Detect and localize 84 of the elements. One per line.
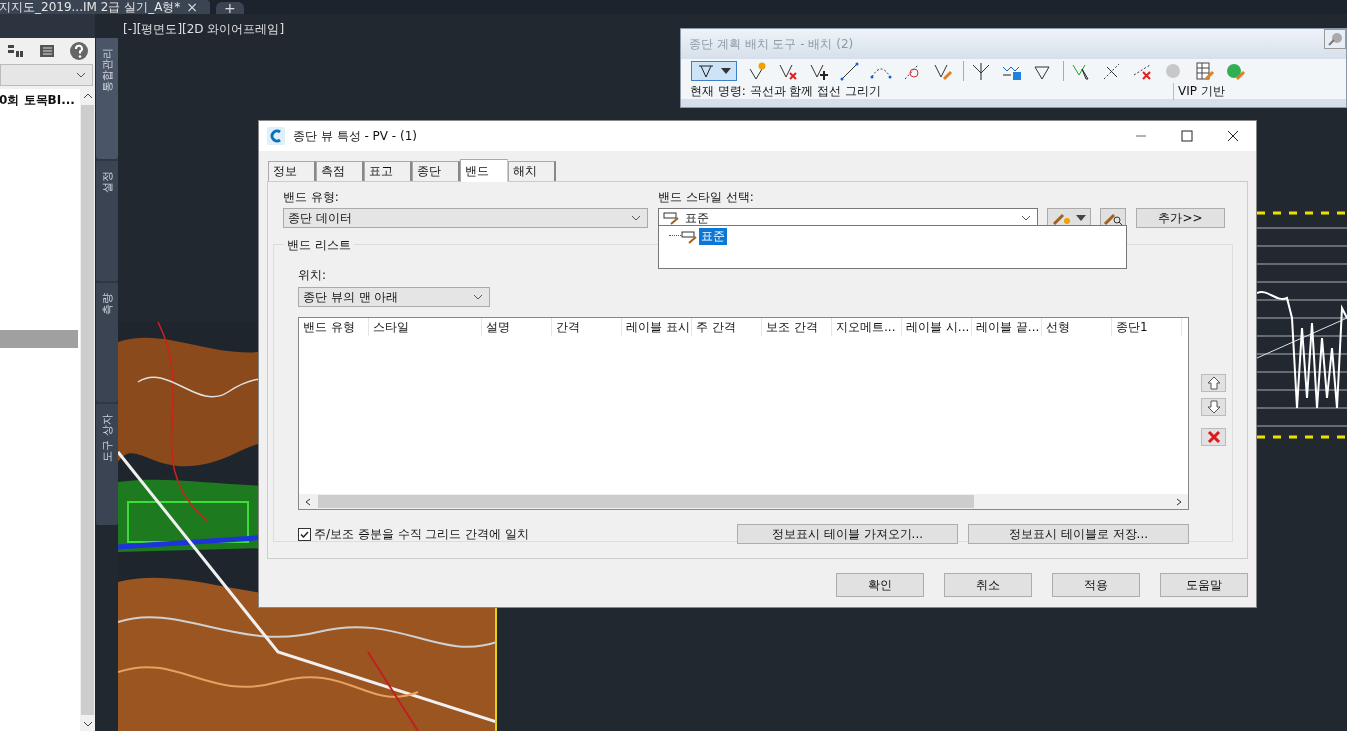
location-label: 위치: [298, 267, 328, 284]
location-dropdown[interactable]: 종단 뷰의 맨 아래 [298, 287, 490, 307]
scroll-thumb[interactable] [81, 105, 94, 715]
scroll-up-icon[interactable] [82, 93, 93, 99]
group-legend: 밴드 리스트 [284, 237, 354, 254]
band-type-label: 밴드 유형: [283, 189, 340, 206]
column-header[interactable]: 설명 [482, 318, 552, 336]
arrow-down-icon [1206, 400, 1221, 414]
new-tab-button[interactable]: + [216, 2, 244, 14]
band-type-dropdown[interactable]: 종단 데이터 [283, 208, 648, 228]
dialog-button[interactable]: 취소 [944, 573, 1032, 597]
column-header[interactable]: 지오메트... [832, 318, 902, 336]
scroll-down-icon[interactable] [82, 721, 93, 727]
tab[interactable]: 해치 [508, 161, 556, 181]
side-tab[interactable]: 설정 [96, 161, 118, 281]
discpen-icon[interactable] [1225, 61, 1247, 81]
edit-style-button[interactable] [1100, 208, 1126, 228]
delete-icon [1206, 430, 1221, 444]
match-grid-checkbox[interactable]: 주/보조 증분을 수직 그리드 간격에 일치 [298, 525, 737, 543]
tab-close-button[interactable]: × [180, 0, 205, 14]
add-button[interactable]: 추가>> [1136, 208, 1225, 228]
tab[interactable]: 측점 [316, 161, 364, 181]
document-title: 지지도_2019...IM 2급 실기_A형* [0, 0, 181, 14]
delete-button[interactable] [1201, 428, 1226, 446]
chevron-down-icon [631, 215, 641, 221]
chevron-down-icon [1021, 215, 1031, 221]
tree-item[interactable]: 0회 토목BI... [0, 89, 80, 109]
tab[interactable]: 정보 [268, 161, 316, 181]
triangle-icon [697, 63, 715, 79]
column-header[interactable]: 레이블 시... [902, 318, 972, 336]
horizontal-scrollbar[interactable] [299, 494, 1188, 509]
style-icon [663, 211, 681, 225]
scrollbar[interactable] [80, 89, 95, 731]
chevron-down-icon [473, 294, 483, 300]
tab[interactable]: 표고 [364, 161, 412, 181]
table-icon[interactable] [39, 43, 55, 59]
save-table-button[interactable]: 정보표시 테이블로 저장... [968, 524, 1189, 544]
caret-icon [1076, 215, 1086, 221]
band-style-dropdown[interactable]: 표준 [658, 208, 1038, 228]
side-tab[interactable]: 측량 [96, 282, 118, 402]
side-tab[interactable]: 통합관리 [96, 38, 118, 160]
viewport-label[interactable]: [-][평면도][2D 와이어프레임] [123, 21, 285, 38]
tool-dropdown[interactable] [691, 61, 737, 81]
column-header[interactable]: 종단1 [1112, 318, 1182, 336]
pin-icon[interactable] [1324, 29, 1346, 49]
line-icon[interactable] [839, 61, 861, 81]
column-header[interactable]: 레이블 표시 [622, 318, 692, 336]
tab[interactable]: 밴드 [460, 159, 508, 182]
scroll-right-icon[interactable] [1175, 497, 1183, 506]
column-header[interactable]: 밴드 유형 [299, 318, 369, 336]
column-header[interactable]: 스타일 [369, 318, 482, 336]
style-option[interactable]: 표준 [699, 228, 727, 245]
tab[interactable]: 종단 [412, 161, 460, 181]
move-down-button[interactable] [1201, 398, 1226, 416]
current-command: 현재 명령: 곡선과 함께 접선 그리기 [690, 82, 883, 100]
cursor-icon[interactable] [1063, 61, 1092, 81]
move-up-button[interactable] [1201, 374, 1226, 392]
column-header[interactable]: 레이블 끝... [972, 318, 1042, 336]
window-title: 종단 계획 배치 도구 - 배치 (2) [689, 35, 854, 53]
column-header[interactable]: 선형 [1042, 318, 1112, 336]
dialog-button[interactable]: 적용 [1052, 573, 1140, 597]
arrow-up-icon [1206, 376, 1221, 390]
caret-icon [721, 68, 731, 74]
side-tab[interactable]: 도구 상자 [96, 403, 118, 525]
layout-icon[interactable] [7, 43, 25, 59]
dialog-button[interactable]: 도움말 [1160, 573, 1248, 597]
dialog-button[interactable]: 확인 [836, 573, 924, 597]
mode-label: VIP 기반 [1173, 82, 1225, 100]
dialog-title: 종단 뷰 특성 - PV - (1) [293, 127, 418, 145]
column-header[interactable]: 주 간격 [692, 318, 762, 336]
table-icon[interactable] [1194, 61, 1216, 81]
import-table-button[interactable]: 정보표시 테이블 가져오기... [737, 524, 958, 544]
new-style-button[interactable] [1047, 208, 1091, 228]
document-tab[interactable]: 지지도_2019...IM 2급 실기_A형* × [0, 0, 211, 14]
scroll-left-icon[interactable] [304, 497, 312, 506]
chevron-down-icon [76, 72, 86, 78]
updown-icon[interactable] [963, 61, 992, 81]
column-header[interactable]: 보조 간격 [762, 318, 832, 336]
help-icon[interactable] [69, 41, 89, 61]
column-header[interactable]: 간격 [552, 318, 622, 336]
style-icon [681, 229, 699, 244]
band-style-label: 밴드 스타일 선택: [658, 189, 755, 206]
scroll-thumb[interactable] [318, 495, 974, 508]
app-icon [267, 127, 285, 145]
